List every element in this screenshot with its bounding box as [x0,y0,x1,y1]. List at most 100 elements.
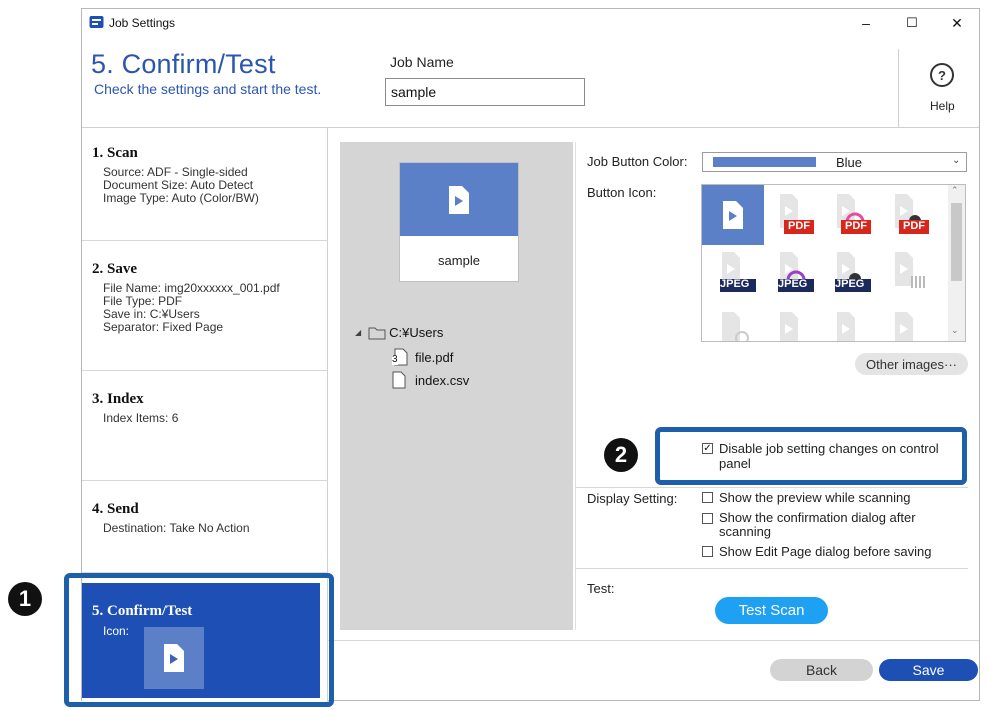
other-images-button[interactable]: Other images··· [855,353,968,375]
display-option[interactable]: Show the confirmation dialog after scann… [702,511,927,539]
badge-text: JPEG [835,278,865,290]
tree-folder-label: C:¥Users [389,325,444,340]
step-title: 3. Index [92,391,144,407]
icon-option[interactable]: PDF [887,191,934,238]
badge-text: JPEG [720,278,750,290]
disable-changes-option[interactable]: ✓ Disable job setting changes on control… [702,441,960,471]
tree-file-label: file.pdf [415,349,454,365]
icon-option[interactable] [887,309,934,341]
color-value: Blue [836,155,863,170]
tree-file-row[interactable]: index.csv [392,371,469,389]
folder-icon [368,327,386,339]
step-save[interactable]: 2. Save File Name: img20xxxxxx_001.pdf F… [82,241,328,371]
back-button[interactable]: Back [770,659,873,681]
job-name-label: Job Name [390,54,454,70]
tree-file-row[interactable]: 3 file.pdf [392,348,453,366]
multi-page-document-icon [894,251,925,288]
step-title: 4. Send [92,501,139,517]
display-option-label: Show Edit Page dialog before saving [719,544,932,559]
job-button-preview: sample [399,162,519,282]
step-send[interactable]: 4. Send Destination: Take No Action [82,481,328,573]
highlight-box-confirm [64,573,334,707]
icon-option[interactable] [714,309,761,341]
document-icon [779,311,798,341]
search-document-icon [721,311,749,341]
checkbox[interactable] [702,513,713,524]
play-document-icon [723,201,743,229]
button-color-select[interactable]: Blue ⌄ [702,152,967,172]
page-subtitle: Check the settings and start the test. [94,81,322,97]
icon-grid-scrollbar[interactable]: ⌃ ⌄ [948,185,965,341]
maximize-button[interactable]: ☐ [889,9,935,37]
footer-divider [328,640,979,641]
callout-two: 2 [604,438,638,472]
badge-text: PDF [845,220,867,232]
button-color-label: Job Button Color: [587,154,688,169]
test-label: Test: [587,581,615,596]
icon-option[interactable]: PDF [829,191,876,238]
close-button[interactable]: ✕ [934,9,980,37]
document-icon [836,311,855,341]
scroll-up-icon[interactable]: ⌃ [951,185,959,196]
save-button[interactable]: Save [879,659,978,681]
step-index[interactable]: 3. Index Index Items: 6 [82,371,328,481]
checkbox[interactable] [702,492,713,503]
badge-text: PDF [788,220,810,232]
scroll-down-icon[interactable]: ⌄ [951,325,959,336]
badge-text: PDF [903,220,925,232]
chevron-down-icon: ⌄ [952,155,961,166]
step-scan[interactable]: 1. Scan Source: ADF - Single-sided Docum… [82,128,328,241]
app-icon [89,16,104,28]
preview-panel: sample ◢ C:¥Users 3 file.pdf index.csv [340,142,573,630]
collapse-arrow-icon[interactable]: ◢ [355,328,361,337]
display-option[interactable]: Show the preview while scanning [702,490,962,505]
icon-option-selected[interactable] [702,185,764,245]
step-title: 1. Scan [92,145,138,161]
icon-option[interactable] [772,309,819,341]
icon-option[interactable]: JPEG [714,249,761,296]
step-title: 2. Save [92,261,137,277]
button-icon-grid[interactable]: PDF PDF PDF JPEG JPEG JPEG ⌃ ⌄ [701,184,966,342]
display-setting-label: Display Setting: [587,491,678,506]
display-option[interactable]: Show Edit Page dialog before saving [702,544,962,559]
section-divider [575,487,968,488]
tree-file-label: index.csv [415,372,470,388]
button-icon-label: Button Icon: [587,185,657,200]
icon-option[interactable]: JPEG [829,249,876,296]
checkbox[interactable] [702,546,713,557]
scrollbar-thumb[interactable] [951,203,962,281]
tree-folder-row[interactable]: ◢ C:¥Users [355,325,443,340]
step-detail: Index Items: 6 [103,411,179,425]
step-detail: Separator: Fixed Page [103,320,224,334]
minimize-button[interactable]: – [843,9,889,37]
window-title: Job Settings [109,16,176,30]
settings-divider [575,142,576,630]
icon-option[interactable] [887,249,934,296]
test-scan-button[interactable]: Test Scan [715,597,828,624]
csv-file-icon [392,371,406,389]
title-bar: Job Settings – ☐ ✕ [82,9,979,37]
step-detail: Destination: Take No Action [103,521,250,535]
document-icon [894,311,913,341]
section-divider [575,568,968,569]
pdf-file-icon: 3 [392,348,410,366]
icon-option[interactable]: PDF [772,191,819,238]
page-title: 5. Confirm/Test [91,49,276,79]
play-document-icon [449,185,469,214]
icon-option[interactable]: JPEG [772,249,819,296]
help-label[interactable]: Help [930,99,955,113]
badge-text: JPEG [778,278,808,290]
job-button-label: sample [438,253,480,268]
step-detail: Image Type: Auto (Color/BW) [103,191,259,205]
page-count-badge: 3 [392,354,398,365]
callout-one: 1 [8,582,42,616]
job-name-input[interactable] [385,78,585,106]
disable-changes-label: Disable job setting changes on control p… [719,441,939,471]
help-icon[interactable]: ? [930,63,954,87]
color-swatch [713,157,816,167]
display-option-label: Show the confirmation dialog after scann… [719,510,916,539]
display-option-label: Show the preview while scanning [719,490,911,505]
checkbox-checked[interactable]: ✓ [702,443,713,454]
icon-option[interactable] [829,309,876,341]
header-divider [898,49,899,127]
